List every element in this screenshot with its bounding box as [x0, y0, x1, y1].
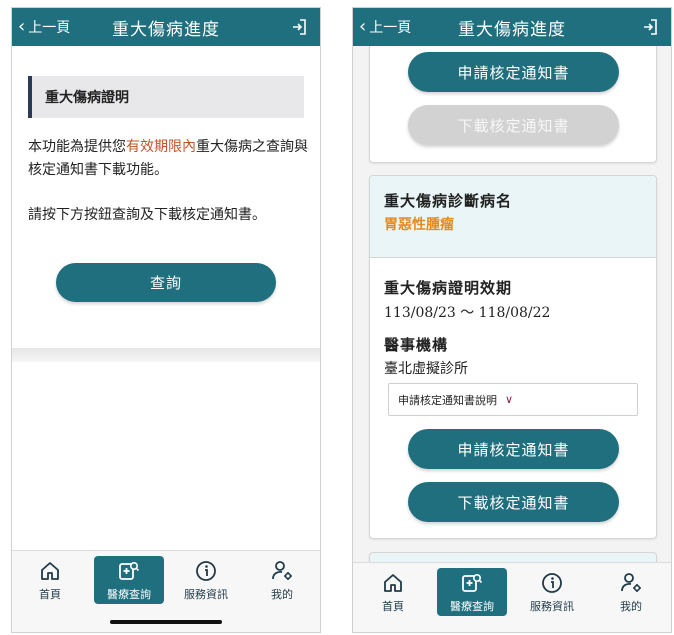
intro-text: 本功能為提供您有效期限內重大傷病之查詢與核定通知書下載功能。	[28, 136, 308, 182]
record-card: 重大傷病診斷病名 胃惡性腫瘤 重大傷病證明效期 113/08/23 ～ 118/…	[369, 175, 657, 539]
instruction-text: 請按下方按鈕查詢及下載核定通知書。	[28, 207, 266, 223]
back-button[interactable]: ‹ 上一頁	[353, 17, 411, 37]
tab-service-info-label: 服務資訊	[184, 588, 228, 601]
tab-service-info[interactable]: 服務資訊	[517, 571, 587, 619]
institution-value: 臺北虛擬診所	[384, 361, 468, 377]
bottom-tab-bar: 首頁 醫療查詢 服務資訊 我的	[12, 550, 320, 632]
back-button[interactable]: ‹ 上一頁	[12, 17, 70, 37]
user-settings-icon	[272, 561, 292, 580]
back-label: 上一頁	[369, 20, 412, 36]
dropdown-label: 申請核定通知書說明	[398, 393, 497, 407]
intro-prefix: 本功能為提供您	[28, 139, 126, 155]
tab-medical-search-label: 醫療查詢	[107, 588, 151, 601]
tab-home[interactable]: 首頁	[15, 559, 85, 607]
notice-explanation-dropdown[interactable]: 申請核定通知書說明 ∨	[388, 383, 638, 416]
chevron-left-icon: ‹	[359, 16, 367, 37]
tab-home-label: 首頁	[39, 588, 61, 601]
apply-notice-button[interactable]: 申請核定通知書	[408, 52, 619, 92]
info-icon	[542, 573, 562, 593]
top-bar: ‹ 上一頁 重大傷病進度	[12, 8, 320, 46]
validity-label: 重大傷病證明效期	[384, 279, 513, 297]
download-notice-button[interactable]: 下載核定通知書	[408, 482, 619, 522]
institution-label: 醫事機構	[384, 336, 449, 354]
download-notice-button-disabled[interactable]: 下載核定通知書	[408, 105, 619, 145]
chevron-down-icon: ∨	[505, 393, 514, 406]
diagnosis-value: 胃惡性腫瘤	[384, 217, 454, 233]
diagnosis-box: 重大傷病診斷病名 胃惡性腫瘤	[370, 176, 656, 258]
intro-highlight: 有效期限內	[126, 139, 196, 155]
tab-medical-search[interactable]: 醫療查詢	[94, 556, 164, 604]
validity-value: 113/08/23 ～ 118/08/22	[384, 305, 551, 321]
diagnosis-label: 重大傷病診斷病名	[384, 192, 513, 210]
intro-card: 重大傷病證明 本功能為提供您有效期限內重大傷病之查詢與核定通知書下載功能。 請按…	[12, 46, 320, 356]
back-label: 上一頁	[28, 20, 71, 36]
tab-service-info[interactable]: 服務資訊	[171, 559, 241, 607]
tab-home-label: 首頁	[382, 600, 404, 613]
chevron-left-icon: ‹	[18, 16, 26, 37]
bottom-tab-bar-right: 首頁 醫療查詢 服務資訊 我的	[353, 562, 671, 632]
logout-icon[interactable]	[641, 18, 659, 36]
home-icon	[41, 562, 59, 580]
card-divider	[12, 348, 320, 362]
tab-mine[interactable]: 我的	[596, 571, 666, 619]
home-icon	[384, 574, 402, 592]
left-screen: ‹ 上一頁 重大傷病進度 重大傷病證明 本功能為提供您有效期限內重大傷病之查詢與…	[11, 7, 321, 633]
info-icon	[196, 561, 216, 581]
right-screen: 申請核定通知書 下載核定通知書 重大傷病診斷病名 胃惡性腫瘤 重大傷病證明效期 …	[352, 7, 672, 633]
tab-mine-label: 我的	[620, 600, 642, 613]
tab-mine-label: 我的	[271, 588, 293, 601]
query-button[interactable]: 查詢	[56, 263, 276, 302]
tab-medical-search[interactable]: 醫療查詢	[437, 568, 507, 616]
tab-service-info-label: 服務資訊	[530, 600, 574, 613]
medical-search-icon	[119, 561, 140, 580]
tab-mine[interactable]: 我的	[247, 559, 317, 607]
logout-icon[interactable]	[290, 18, 308, 36]
medical-search-icon	[462, 573, 483, 592]
home-indicator	[110, 620, 222, 624]
apply-notice-button-2[interactable]: 申請核定通知書	[408, 429, 619, 469]
tab-home[interactable]: 首頁	[358, 571, 428, 619]
user-settings-icon	[621, 573, 641, 592]
section-header: 重大傷病證明	[28, 76, 304, 118]
top-bar: ‹ 上一頁 重大傷病進度	[353, 8, 671, 46]
tab-medical-search-label: 醫療查詢	[450, 600, 494, 613]
